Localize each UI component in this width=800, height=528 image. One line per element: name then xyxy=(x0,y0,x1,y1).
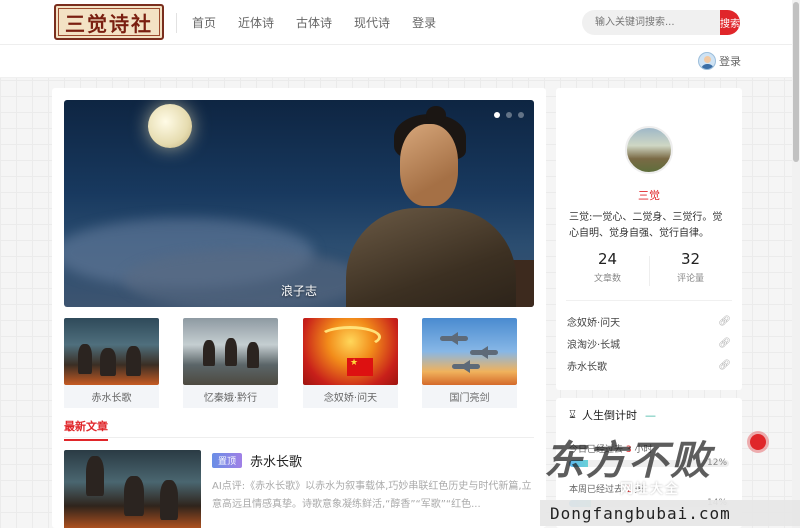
hero-caption: 浪子志 xyxy=(280,284,317,298)
countdown-value: 1 xyxy=(625,485,632,495)
article-figure xyxy=(160,480,178,520)
countdown-progress-fill xyxy=(569,500,592,507)
thumb-jet xyxy=(440,336,468,341)
hero-figure-head xyxy=(400,124,458,206)
carousel-dot[interactable] xyxy=(506,112,512,118)
countdown-unit: 小时 xyxy=(634,445,653,455)
thumb-jet xyxy=(470,350,498,355)
article-image[interactable] xyxy=(64,450,201,528)
stat-articles: 24 文章数 xyxy=(566,250,649,284)
profile-avatar[interactable] xyxy=(625,126,673,174)
hero-figure-bun xyxy=(426,106,446,124)
countdown-title: ⌛︎ 人生倒计时 — xyxy=(569,407,656,423)
main-nav: 首页 近体诗 古体诗 现代诗 登录 xyxy=(192,0,458,45)
sidebar-link-item[interactable]: 赤水长歌 🔗︎ xyxy=(567,358,731,373)
thumb-jet xyxy=(452,364,480,369)
search-button[interactable]: 搜索 xyxy=(720,10,740,35)
thumbnail-image xyxy=(303,318,398,385)
thumbnail-image xyxy=(422,318,517,385)
countdown-progress xyxy=(569,460,729,467)
search-input[interactable] xyxy=(582,10,720,35)
hourglass-icon: ⌛︎ xyxy=(569,408,576,421)
sidebar-link-label: 赤水长歌 xyxy=(567,361,607,373)
watermark-sun-icon xyxy=(750,434,766,450)
sub-bar: 登录 xyxy=(0,45,800,78)
user-avatar-icon xyxy=(698,52,716,70)
thumbnail-image xyxy=(183,318,278,385)
thumb-figure xyxy=(225,338,237,366)
nav-login[interactable]: 登录 xyxy=(412,14,436,31)
stat-value: 32 xyxy=(680,250,701,268)
thumbnail-row: 赤水长歌 忆秦娥·黔行 念奴娇·问天 国门亮剑 xyxy=(64,318,534,410)
title-accent: — xyxy=(644,408,656,422)
thumbnail-card[interactable]: 念奴娇·问天 xyxy=(303,318,398,408)
thumb-figure xyxy=(100,348,116,376)
sidebar-link-item[interactable]: 浪淘沙·长城 🔗︎ xyxy=(567,336,731,351)
thumb-figure xyxy=(203,340,215,366)
divider xyxy=(566,300,732,301)
latest-tabs: 最新文章 xyxy=(64,414,534,441)
countdown-percent: 12% xyxy=(707,458,728,468)
tab-latest-articles[interactable]: 最新文章 xyxy=(64,418,108,441)
countdown-prefix: 本周已经过去 xyxy=(569,485,624,495)
countdown-row-label: 本周已经过去 1 天 xyxy=(569,482,719,495)
article-item[interactable]: 置顶 赤水长歌 AI点评:《赤水长歌》以赤水为叙事载体,巧妙串联红色历史与时代新… xyxy=(64,450,534,528)
link-icon: 🔗︎ xyxy=(718,359,731,371)
link-icon: 🔗︎ xyxy=(718,337,731,349)
hero-carousel[interactable]: 浪子志 xyxy=(64,100,534,307)
stat-comments: 32 评论量 xyxy=(649,250,732,284)
article-figure xyxy=(124,476,144,516)
article-excerpt: AI点评:《赤水长歌》以赤水为叙事载体,巧妙串联红色历史与时代新篇,立意高远且情… xyxy=(212,481,532,510)
thumb-figure xyxy=(126,346,141,376)
thumbnail-card[interactable]: 国门亮剑 xyxy=(422,318,517,408)
nav-ancient-verse[interactable]: 古体诗 xyxy=(296,14,332,31)
article-figure xyxy=(86,456,104,496)
profile-stats: 24 文章数 32 评论量 xyxy=(566,250,732,294)
carousel-dot[interactable] xyxy=(518,112,524,118)
countdown-value: 3 xyxy=(625,445,632,455)
thumbnail-label: 赤水长歌 xyxy=(64,385,159,408)
countdown-row-label: 今日已经过去 3 小时 xyxy=(569,442,719,455)
thumbnail-card[interactable]: 赤水长歌 xyxy=(64,318,159,408)
countdown-title-text: 人生倒计时 xyxy=(581,409,637,422)
countdown-unit: 天 xyxy=(634,485,644,495)
profile-name: 三觉 xyxy=(638,189,660,202)
countdown-percent: 14% xyxy=(707,498,728,508)
thumbnail-image xyxy=(64,318,159,385)
sidebar-link-label: 念奴娇·问天 xyxy=(567,317,621,329)
top-header: 三觉诗社 首页 近体诗 古体诗 现代诗 登录 搜索 xyxy=(0,0,800,45)
article-title[interactable]: 赤水长歌 xyxy=(250,451,302,470)
countdown-progress xyxy=(569,500,729,507)
nav-regulated-verse[interactable]: 近体诗 xyxy=(238,14,274,31)
thumb-flag xyxy=(347,358,373,376)
site-logo[interactable]: 三觉诗社 xyxy=(54,4,164,40)
hero-moon xyxy=(148,104,192,148)
countdown-progress-fill xyxy=(569,460,589,467)
thumb-figure xyxy=(247,342,259,368)
sidebar-link-label: 浪淘沙·长城 xyxy=(567,339,621,351)
profile-bio: 三觉:一觉心、二觉身、三觉行。觉心自明、觉身自强、觉行自律。 xyxy=(569,212,723,239)
sidebar-link-item[interactable]: 念奴娇·问天 🔗︎ xyxy=(567,314,731,329)
carousel-dot[interactable] xyxy=(494,112,500,118)
thumbnail-label: 国门亮剑 xyxy=(422,385,517,408)
user-login[interactable]: 登录 xyxy=(698,52,741,70)
thumb-dragon xyxy=(319,326,381,348)
thumbnail-label: 忆秦娥·黔行 xyxy=(183,385,278,408)
stat-value: 24 xyxy=(597,250,618,268)
carousel-dots xyxy=(494,112,524,118)
nav-home[interactable]: 首页 xyxy=(192,14,216,31)
thumbnail-card[interactable]: 忆秦娥·黔行 xyxy=(183,318,278,408)
pinned-badge: 置顶 xyxy=(212,453,243,468)
scrollbar-thumb[interactable] xyxy=(793,2,799,162)
stat-label: 评论量 xyxy=(676,274,704,284)
nav-modern-poetry[interactable]: 现代诗 xyxy=(354,14,390,31)
login-label: 登录 xyxy=(719,55,741,68)
link-icon: 🔗︎ xyxy=(718,315,731,327)
thumbnail-label: 念奴娇·问天 xyxy=(303,385,398,408)
search-box: 搜索 xyxy=(582,10,740,35)
nav-divider xyxy=(176,13,177,33)
stat-label: 文章数 xyxy=(593,274,621,284)
thumb-figure xyxy=(78,344,92,374)
countdown-prefix: 今日已经过去 xyxy=(569,445,624,455)
